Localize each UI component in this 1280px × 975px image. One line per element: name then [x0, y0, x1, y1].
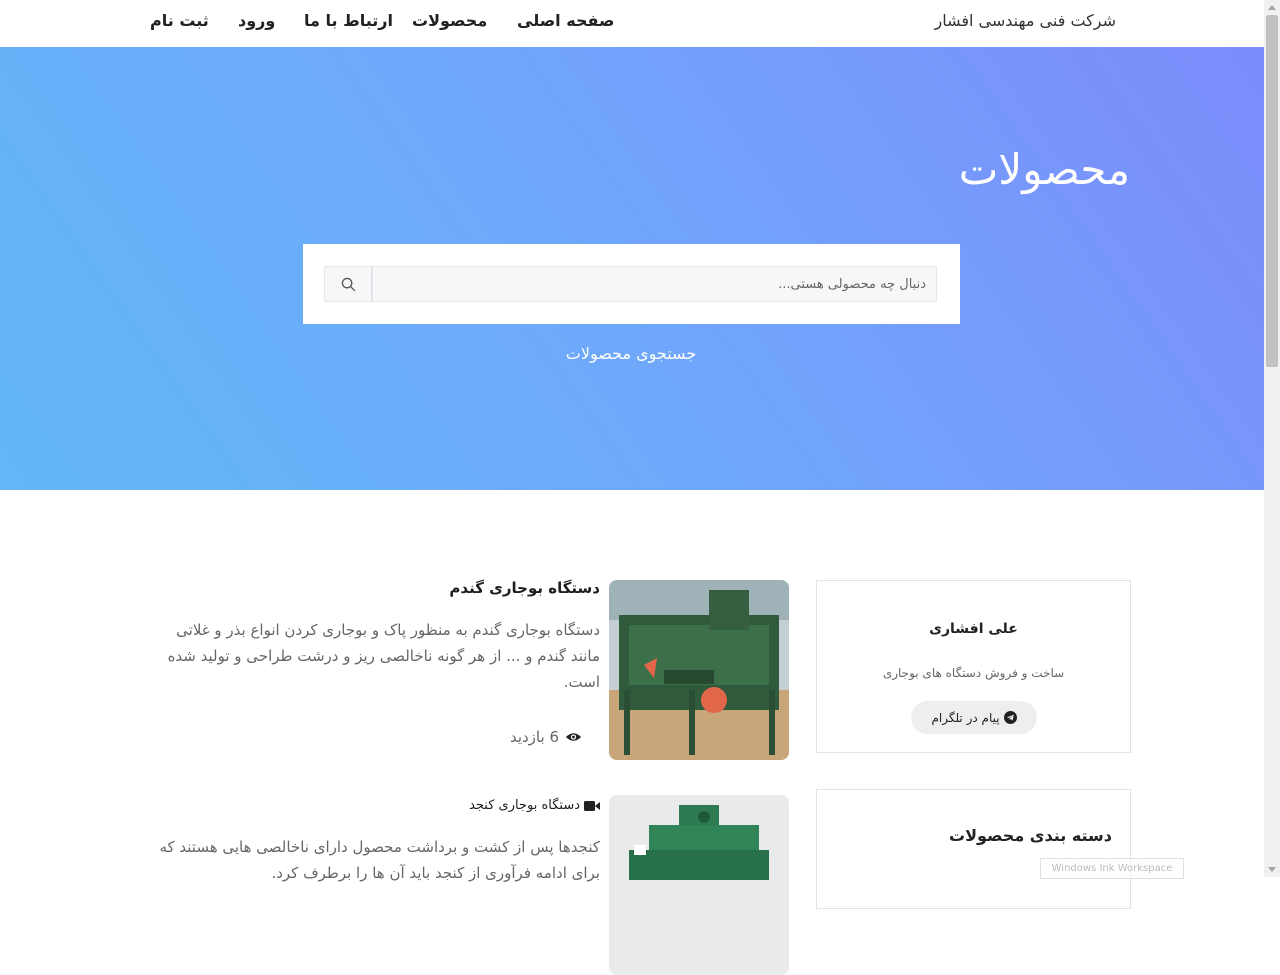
search-icon [341, 277, 355, 291]
product-description: دستگاه بوجاری گندم به منظور پاک و بوجاری… [167, 621, 600, 691]
nav-link-register[interactable]: ثبت نام [150, 11, 209, 30]
page-title: محصولات [958, 145, 1130, 194]
eye-icon [565, 733, 582, 741]
product-title[interactable]: دستگاه بوجاری گندم [449, 579, 600, 597]
nav-link-home[interactable]: صفحه اصلی [517, 11, 614, 30]
product-description: کنجدها پس از کشت و برداشت محصول دارای نا… [159, 838, 600, 882]
site-brand[interactable]: شرکت فنی مهندسی افشار [934, 11, 1116, 30]
search-input[interactable] [372, 266, 937, 302]
top-navbar: شرکت فنی مهندسی افشار صفحه اصلی محصولات … [0, 0, 1264, 48]
agent-name: علی افشاری [929, 621, 1018, 637]
product-views: 6 بازدید [510, 728, 582, 746]
views-count: 6 بازدید [509, 728, 559, 746]
category-title: دسته بندی محصولات [949, 826, 1112, 845]
telegram-message-button[interactable]: پیام در تلگرام [911, 701, 1037, 734]
product-title-text: دستگاه بوجاری کنجد [469, 798, 580, 813]
nav-link-login[interactable]: ورود [238, 11, 275, 30]
search-panel [303, 244, 960, 324]
nav-link-products[interactable]: محصولات [412, 11, 487, 30]
product-image-sesame-cleaner[interactable] [609, 795, 789, 975]
video-camera-icon [584, 800, 600, 811]
scroll-down-arrow-icon[interactable] [1264, 862, 1280, 877]
hero-banner: محصولات جستجوی محصولات [0, 47, 1264, 490]
agent-description: ساخت و فروش دستگاه های بوجاری [882, 666, 1065, 680]
product-photo [609, 795, 789, 975]
telegram-button-label: پیام در تلگرام [931, 710, 1000, 725]
nav-link-contact[interactable]: ارتباط با ما [304, 11, 393, 30]
category-card: دسته بندی محصولات [816, 789, 1131, 909]
hero-subtitle: جستجوی محصولات [565, 344, 697, 363]
agent-card: علی افشاری ساخت و فروش دستگاه های بوجاری… [816, 580, 1131, 753]
product-title[interactable]: دستگاه بوجاری کنجد [469, 798, 600, 813]
product-photo [609, 580, 789, 760]
product-image-wheat-cleaner[interactable] [609, 580, 789, 760]
search-button[interactable] [324, 266, 372, 302]
telegram-icon [1003, 711, 1017, 724]
windows-ink-watermark: Windows Ink Workspace [1040, 858, 1184, 879]
scroll-thumb[interactable] [1266, 15, 1278, 367]
page-scrollbar[interactable] [1264, 0, 1280, 877]
scroll-up-arrow-icon[interactable] [1264, 0, 1280, 15]
